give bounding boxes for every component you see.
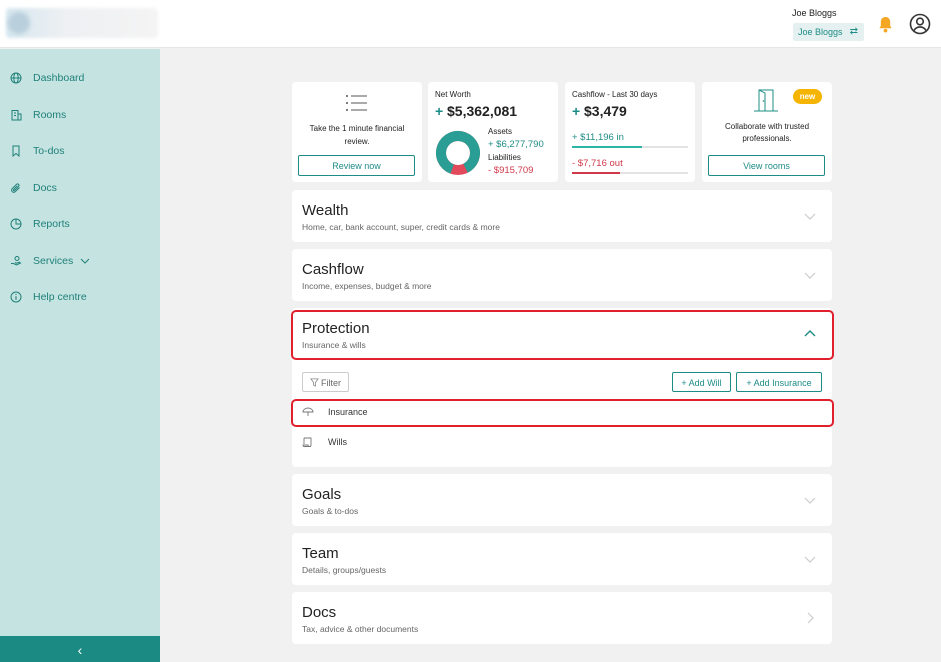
account-icon[interactable] <box>909 13 931 35</box>
add-insurance-button[interactable]: + Add Insurance <box>736 372 822 392</box>
section-subtitle: Goals & to-dos <box>302 506 359 516</box>
sidebar-item-docs[interactable]: Docs <box>10 180 57 196</box>
insurance-row-highlight[interactable] <box>291 399 834 427</box>
review-text-line2: review. <box>344 137 370 146</box>
review-card: Take the 1 minute financial review. Revi… <box>292 82 422 182</box>
logo-mark <box>8 12 30 34</box>
sidebar-item-help-centre[interactable]: Help centre <box>10 289 87 305</box>
cashflow-card[interactable]: Cashflow - Last 30 days + $3,479 + $11,1… <box>565 82 695 182</box>
sidebar-collapse-button[interactable]: ‹ <box>0 636 160 662</box>
protection-header-highlight[interactable] <box>291 310 834 360</box>
globe-icon <box>10 72 22 84</box>
net-worth-sign: + <box>435 103 444 119</box>
cashflow-out-bar <box>572 172 620 174</box>
liabilities-label: Liabilities <box>488 153 521 162</box>
section-team[interactable]: Team Details, groups/guests <box>292 533 832 585</box>
sidebar-item-label: To-dos <box>33 145 65 157</box>
section-subtitle: Details, groups/guests <box>302 565 387 575</box>
section-title: Docs <box>302 604 337 621</box>
add-will-button[interactable]: + Add Will <box>672 372 731 392</box>
paperclip-icon <box>11 183 20 193</box>
chevron-down-icon[interactable] <box>804 553 816 565</box>
filter-button[interactable]: Filter <box>302 372 349 392</box>
rooms-text-line2: professionals. <box>742 134 792 143</box>
list-icon <box>346 95 367 111</box>
cashflow-out-value: - $7,716 <box>572 158 607 169</box>
cashflow-label: Cashflow - Last 30 days <box>572 90 658 99</box>
pie-chart-icon <box>10 218 22 230</box>
cashflow-out: - $7,716 out <box>572 158 623 169</box>
cashflow-in-bar <box>572 146 642 148</box>
bookmark-icon <box>12 145 20 157</box>
liabilities-value: - $915,709 <box>488 165 534 176</box>
assets-liabilities-donut <box>436 131 480 175</box>
chevron-down-icon[interactable] <box>804 210 816 222</box>
section-subtitle: Income, expenses, budget & more <box>302 281 432 291</box>
sidebar-item-todos[interactable]: To-dos <box>10 143 65 159</box>
top-bar: Joe Bloggs Joe Bloggs ⇄ <box>0 0 941 48</box>
review-now-button[interactable]: Review now <box>298 155 415 176</box>
info-icon <box>10 291 22 303</box>
net-worth-value: $5,362,081 <box>447 103 518 119</box>
chevron-down-icon[interactable] <box>804 269 816 281</box>
new-badge: new <box>793 89 822 104</box>
section-goals[interactable]: Goals Goals & to-dos <box>292 474 832 526</box>
chevron-down-icon[interactable] <box>804 494 816 506</box>
section-title: Cashflow <box>302 261 364 278</box>
cashflow-in: + $11,196 in <box>572 132 624 143</box>
section-docs[interactable]: Docs Tax, advice & other documents <box>292 592 832 644</box>
sidebar-item-reports[interactable]: Reports <box>10 216 70 232</box>
account-switcher-label: Joe Bloggs <box>798 27 843 37</box>
sidebar-item-dashboard[interactable]: Dashboard <box>10 70 84 86</box>
sidebar-item-label: Docs <box>33 182 57 194</box>
sidebar-item-label: Services <box>33 255 74 267</box>
cashflow-out-label: out <box>609 158 623 169</box>
cashflow-value: $3,479 <box>584 103 627 119</box>
sidebar: Dashboard Rooms To-dos Docs Reports Serv… <box>0 49 160 662</box>
filter-icon <box>310 378 319 387</box>
assets-value: + $6,277,790 <box>488 139 544 150</box>
sidebar-item-label: Reports <box>33 218 70 230</box>
section-subtitle: Home, car, bank account, super, credit c… <box>302 222 500 232</box>
cashflow-in-value: + $11,196 <box>572 132 614 143</box>
assets-label: Assets <box>488 127 513 136</box>
protection-item-wills[interactable]: Wills <box>302 437 347 447</box>
filter-label: Filter <box>321 378 341 388</box>
sidebar-item-services[interactable]: Services <box>10 253 91 269</box>
review-text-line1: Take the 1 minute financial <box>309 124 405 133</box>
section-cashflow[interactable]: Cashflow Income, expenses, budget & more <box>292 249 832 301</box>
chevron-left-icon: ‹ <box>77 642 83 658</box>
cashflow-in-label: in <box>616 132 624 143</box>
building-icon <box>11 110 22 121</box>
sidebar-item-rooms[interactable]: Rooms <box>10 107 66 123</box>
sidebar-item-label: Help centre <box>33 291 87 303</box>
account-switcher[interactable]: Joe Bloggs ⇄ <box>793 23 864 41</box>
net-worth-card[interactable]: Net Worth + $5,362,081 Assets + $6,277,7… <box>428 82 558 182</box>
door-icon <box>754 89 778 112</box>
sidebar-item-label: Dashboard <box>33 72 85 84</box>
net-worth-label: Net Worth <box>435 90 471 99</box>
cashflow-sign: + <box>572 103 581 119</box>
rooms-text-line1: Collaborate with trusted <box>724 122 810 131</box>
sidebar-item-label: Rooms <box>33 109 67 121</box>
section-wealth[interactable]: Wealth Home, car, bank account, super, c… <box>292 190 832 242</box>
hand-money-icon <box>11 256 22 266</box>
swap-icon: ⇄ <box>849 26 858 37</box>
section-title: Team <box>302 545 339 562</box>
chevron-right-icon[interactable] <box>804 612 816 624</box>
chevron-down-icon <box>80 258 90 264</box>
scroll-icon <box>302 437 312 447</box>
protection-item-label: Wills <box>328 437 347 447</box>
section-title: Wealth <box>302 202 349 219</box>
view-rooms-button[interactable]: View rooms <box>708 155 825 176</box>
user-name: Joe Bloggs <box>792 8 837 18</box>
section-title: Goals <box>302 486 342 503</box>
bell-icon[interactable] <box>878 16 893 33</box>
section-subtitle: Tax, advice & other documents <box>302 624 419 634</box>
